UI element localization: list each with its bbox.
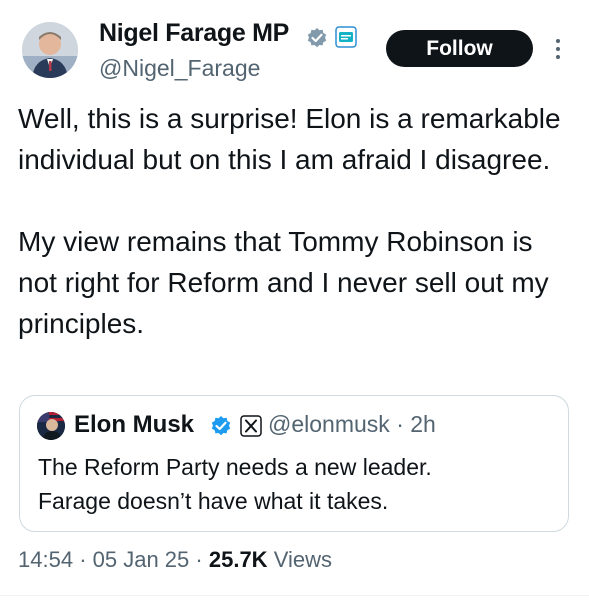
affiliation-badge-icon[interactable]: [335, 26, 357, 48]
author-handle[interactable]: @Nigel_Farage: [99, 55, 260, 82]
divider: [0, 595, 589, 596]
x-logo-badge-icon[interactable]: [240, 415, 262, 437]
quoted-time[interactable]: 2h: [410, 411, 436, 437]
quoted-author-avatar[interactable]: [37, 412, 65, 440]
separator-dot: ·: [79, 547, 87, 572]
views-count[interactable]: 25.7K: [209, 547, 268, 572]
verified-badge-icon: [210, 415, 232, 437]
quoted-tweet-text: The Reform Party needs a new leader. Far…: [38, 450, 558, 518]
tweet-date[interactable]: 05 Jan 25: [93, 547, 190, 572]
separator-dot: ·: [396, 411, 404, 437]
quoted-line: Farage doesn’t have what it takes.: [38, 488, 389, 514]
tweet-meta: 14:54 · 05 Jan 25 · 25.7K Views: [18, 547, 332, 573]
verified-badge-icon: [306, 27, 328, 49]
tweet-time[interactable]: 14:54: [18, 547, 73, 572]
views-label[interactable]: Views: [274, 547, 332, 572]
author-avatar[interactable]: [22, 22, 78, 78]
quoted-author-handle-time: @elonmusk · 2h: [268, 411, 436, 438]
separator-dot: ·: [195, 547, 203, 572]
tweet-paragraph: Well, this is a surprise! Elon is a rema…: [18, 103, 561, 175]
quoted-line: The Reform Party needs a new leader.: [38, 454, 432, 480]
tweet-text: Well, this is a surprise! Elon is a rema…: [18, 98, 578, 344]
more-vertical-icon[interactable]: [551, 35, 565, 65]
follow-button[interactable]: Follow: [386, 30, 533, 67]
author-name[interactable]: Nigel Farage MP: [99, 19, 289, 48]
quoted-handle[interactable]: @elonmusk: [268, 411, 390, 437]
tweet-paragraph: My view remains that Tommy Robinson is n…: [18, 226, 549, 339]
quoted-author-name[interactable]: Elon Musk: [74, 411, 194, 439]
